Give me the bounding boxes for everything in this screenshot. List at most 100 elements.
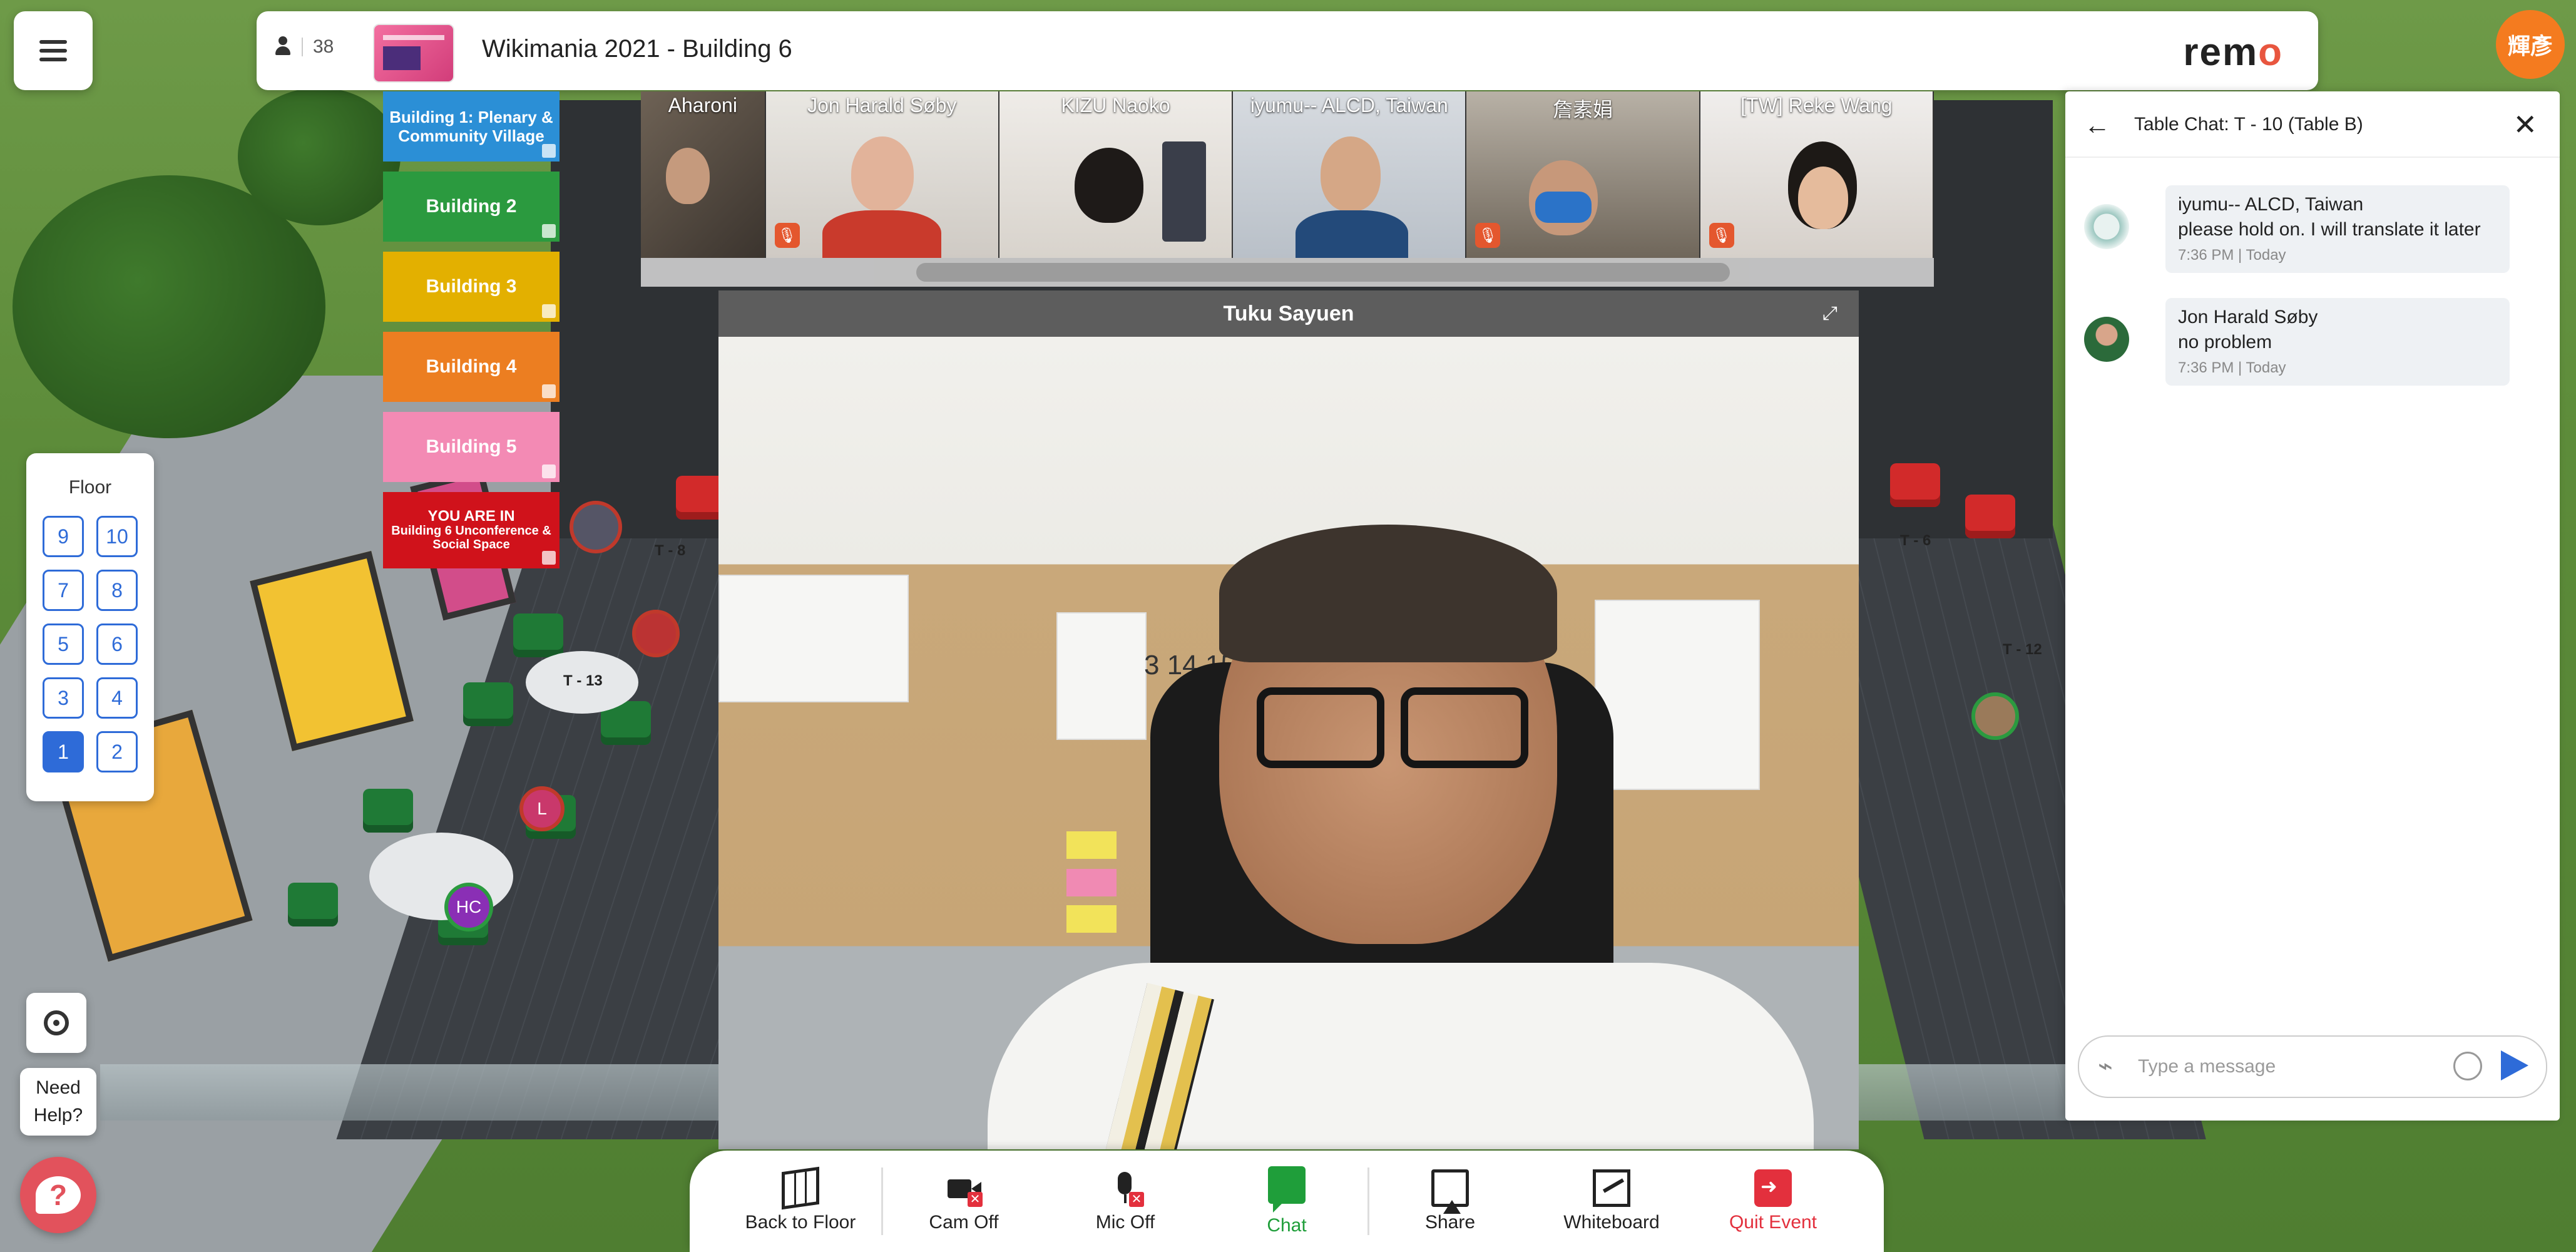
share-button[interactable]: Share [1369,1157,1531,1245]
participant-tile[interactable]: [TW] Reke Wang 🎙 [1700,91,1935,258]
strip-scrollbar[interactable] [641,258,1934,287]
participant-name: Jon Harald Søby [807,94,957,116]
floor-button[interactable]: 7 [43,570,84,611]
user-avatar[interactable]: 輝彥 [2496,10,2565,79]
fullscreen-icon[interactable]: ⤢ [1822,303,1844,324]
message-time: 7:36 PM | Today [2178,247,2286,264]
building-3[interactable]: Building 3 [383,252,560,322]
mic-off-icon: ✕ [1107,1169,1144,1207]
participant-counter[interactable]: 38 [274,36,334,58]
floor-button[interactable]: 3 [43,677,84,719]
building-list: Building 1: Plenary & Community Village … [383,91,560,578]
current-building-label: YOU ARE IN [427,508,515,525]
speaker-glasses [1257,687,1528,768]
mic-muted-icon: 🎙 [1475,223,1501,248]
locate-me-button[interactable] [26,993,86,1053]
chair[interactable] [513,613,563,657]
floor-button[interactable]: 6 [96,623,138,665]
message-input[interactable] [2137,1049,2440,1084]
table-label: T - 6 [1900,532,1931,549]
building-5[interactable]: Building 5 [383,412,560,482]
help-button[interactable]: ? [20,1157,96,1233]
message-author: Jon Harald Søby [2178,307,2318,327]
participant-tile[interactable]: Jon Harald Søby 🎙 [765,91,999,258]
table-label: T - 8 [655,542,686,559]
emoji-icon[interactable] [2453,1052,2482,1080]
building-label: Building 1: Plenary & Community Village [389,108,553,145]
participant-count: 38 [313,36,334,57]
send-icon[interactable] [2501,1050,2528,1080]
help-label-line2: Help? [33,1105,83,1126]
chat-button[interactable]: Chat [1206,1157,1367,1245]
cam-off-button[interactable]: ✕ Cam Off [883,1157,1045,1245]
paperclip-icon[interactable]: ⌁ [2098,1052,2113,1080]
face-mask [1535,192,1592,223]
wall-paper [718,575,909,702]
building-4[interactable]: Building 4 [383,332,560,402]
chat-icon [1268,1166,1306,1213]
quit-event-button[interactable]: Quit Event [1692,1157,1854,1245]
main-video[interactable]: Tuku Sayuen ⤢ 3 14 15 [718,290,1859,1149]
message-text: no problem [2178,332,2272,352]
participant-tile[interactable]: 詹素娟 🎙 [1466,91,1700,258]
participant-body [1296,210,1409,258]
floor-button[interactable]: 8 [96,570,138,611]
chair[interactable] [363,789,413,833]
bottom-toolbar: Back to Floor ✕ Cam Off ✕ Mic Off Chat S… [690,1151,1884,1252]
message-avatar [2084,317,2129,362]
building-1[interactable]: Building 1: Plenary & Community Village [383,91,560,162]
chair[interactable] [463,682,513,726]
speaker-hair [1219,525,1557,662]
sticky-note [1066,831,1117,859]
building-label: Building 2 [426,196,517,217]
floor-avatar[interactable]: L [519,786,565,831]
participant-tile[interactable]: iyumu-- ALCD, Taiwan [1233,91,1467,258]
floor-button[interactable]: 4 [96,677,138,719]
close-icon[interactable]: ✕ [2513,108,2537,141]
video-feed: 3 14 15 [718,337,1859,1149]
floor-button-active[interactable]: 1 [43,731,84,772]
wall-paper [1056,612,1147,740]
floor-button[interactable]: 10 [96,516,138,557]
participant-face [666,148,710,204]
chair[interactable] [1890,463,1940,507]
menu-button[interactable] [14,11,93,90]
exit-icon [1754,1169,1792,1207]
building-2[interactable]: Building 2 [383,172,560,242]
chair[interactable] [1965,495,2015,538]
map-icon [542,144,556,158]
scrollbar-thumb[interactable] [916,263,1730,282]
hanging-jacket [1162,141,1206,242]
building-6-current[interactable]: YOU ARE IN Building 6 Unconference & Soc… [383,492,560,568]
floor-button[interactable]: 2 [96,731,138,772]
floor-button[interactable]: 5 [43,623,84,665]
current-building-name: Building 6 Unconference & Social Space [391,524,551,552]
tool-label: Cam Off [929,1212,999,1233]
camera-off-icon: ✕ [945,1169,983,1207]
map-icon [542,384,556,398]
person-icon [274,36,292,58]
mic-off-button[interactable]: ✕ Mic Off [1045,1157,1206,1245]
participant-body [822,210,941,258]
sticky-note [1066,869,1117,896]
floor-button[interactable]: 9 [43,516,84,557]
top-bar: 38 Wikimania 2021 - Building 6 remo [257,11,2318,90]
participant-tile[interactable]: KIZU Naoko [999,91,1234,258]
question-icon: ? [36,1176,81,1214]
chair[interactable] [288,883,338,926]
hamburger-icon [39,40,67,61]
floor-avatar[interactable] [1971,692,2019,740]
floor-avatar[interactable]: HC [444,883,493,931]
back-arrow-icon[interactable]: ← [2084,110,2110,140]
participant-name: [TW] Reke Wang [1740,94,1893,116]
map-icon [542,551,556,565]
participant-face [1321,136,1381,212]
floor-avatar[interactable] [570,501,622,553]
floor-avatar[interactable] [632,610,680,657]
need-help-tooltip: Need Help? [20,1068,96,1136]
participant-tile[interactable]: Aharoni [641,91,766,258]
back-to-floor-button[interactable]: Back to Floor [720,1157,881,1245]
event-thumbnail [373,24,454,83]
chat-title: Table Chat: T - 10 (Table B) [2134,114,2363,135]
whiteboard-button[interactable]: Whiteboard [1531,1157,1692,1245]
